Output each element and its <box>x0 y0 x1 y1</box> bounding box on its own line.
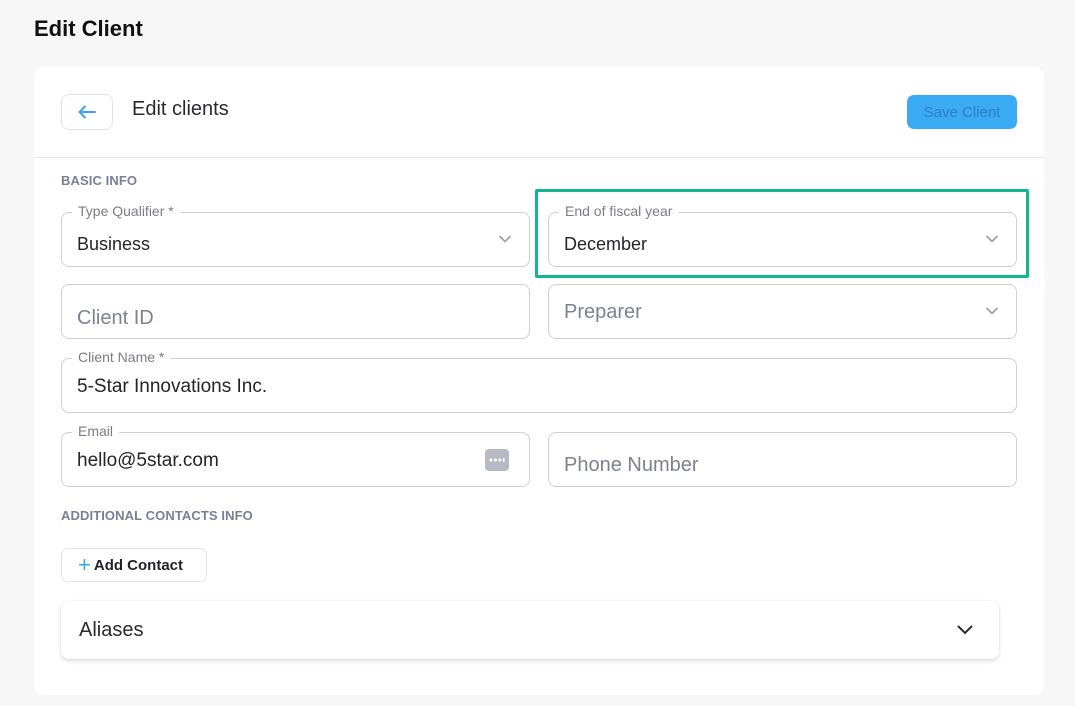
email-label: Email <box>72 423 120 439</box>
basic-info-heading: BASIC INFO <box>61 173 138 188</box>
type-qualifier-value: Business <box>77 234 151 254</box>
chevron-down-icon <box>499 235 511 243</box>
chevron-down-icon <box>986 235 998 243</box>
add-contact-label: Add Contact <box>93 556 184 574</box>
edit-client-card: Edit clients Save Client BASIC INFO Type… <box>34 67 1044 695</box>
fiscal-year-end-value: December <box>564 234 648 254</box>
add-contact-button[interactable]: + Add Contact <box>61 548 207 582</box>
chevron-down-icon <box>986 307 998 315</box>
client-id-input[interactable]: Client ID <box>61 284 530 339</box>
client-name-value: 5-Star Innovations Inc. <box>77 376 268 397</box>
phone-number-placeholder: Phone Number <box>564 454 699 476</box>
email-input[interactable]: Email hello@5star.com <box>61 423 530 487</box>
arrow-left-icon <box>78 105 96 119</box>
client-id-placeholder: Client ID <box>77 307 154 329</box>
card-header: Edit clients Save Client <box>34 67 1044 158</box>
client-name-input[interactable]: Client Name * 5-Star Innovations Inc. <box>61 349 1017 413</box>
client-name-label: Client Name * <box>72 349 171 365</box>
type-qualifier-select[interactable]: Type Qualifier * Business <box>61 203 530 267</box>
page-title: Edit Client <box>34 16 143 41</box>
type-qualifier-label: Type Qualifier * <box>72 203 180 219</box>
back-button[interactable] <box>61 94 113 130</box>
aliases-accordion[interactable]: Aliases <box>61 601 999 659</box>
fiscal-year-end-select[interactable]: End of fiscal year December <box>548 203 1017 267</box>
card-title: Edit clients <box>132 98 229 120</box>
plus-icon: + <box>78 552 91 577</box>
fiscal-year-end-label: End of fiscal year <box>559 203 679 219</box>
password-manager-icon[interactable] <box>485 449 509 471</box>
chevron-down-icon <box>957 625 973 635</box>
additional-contacts-heading: ADDITIONAL CONTACTS INFO <box>61 508 253 523</box>
email-value: hello@5star.com <box>77 450 219 471</box>
preparer-placeholder: Preparer <box>564 301 642 323</box>
aliases-label: Aliases <box>79 619 144 641</box>
preparer-select[interactable]: Preparer <box>548 284 1017 339</box>
save-client-button[interactable]: Save Client <box>907 95 1017 129</box>
phone-number-input[interactable]: Phone Number <box>548 432 1017 487</box>
